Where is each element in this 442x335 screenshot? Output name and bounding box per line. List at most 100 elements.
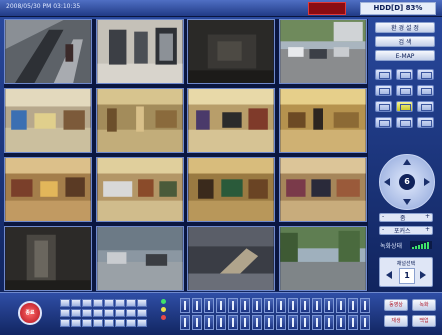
ptz-left-arrow-icon[interactable] [384, 178, 390, 186]
camera-key[interactable] [137, 299, 147, 307]
channel-next-arrow-icon[interactable] [420, 271, 426, 279]
channel-button[interactable] [360, 298, 370, 313]
channel-button[interactable] [240, 315, 250, 330]
record-button[interactable]: 녹화 [412, 299, 436, 311]
focus-plus[interactable]: + [425, 226, 430, 233]
layout-8-button[interactable] [375, 85, 392, 96]
alarm-indicator[interactable] [308, 2, 346, 15]
camera-key[interactable] [137, 319, 147, 327]
channel-button[interactable] [204, 298, 214, 313]
camera-view-11[interactable] [187, 157, 275, 222]
camera-key[interactable] [93, 299, 103, 307]
layout-10-button[interactable] [417, 85, 434, 96]
channel-button[interactable] [264, 298, 274, 313]
channel-button[interactable] [288, 315, 298, 330]
channel-button[interactable] [276, 315, 286, 330]
camera-key[interactable] [93, 309, 103, 317]
camera-key[interactable] [60, 299, 70, 307]
channel-button[interactable] [324, 298, 334, 313]
camera-key[interactable] [115, 319, 125, 327]
channel-button[interactable] [312, 315, 322, 330]
channel-number[interactable]: 1 [399, 268, 415, 284]
layout-4-button[interactable] [396, 69, 413, 80]
exit-button[interactable]: 종료 [18, 301, 42, 325]
channel-button[interactable] [252, 315, 262, 330]
ptz-joystick[interactable]: 6 [379, 154, 435, 210]
freeze-button[interactable] [396, 117, 413, 128]
channel-prev-arrow-icon[interactable] [386, 271, 392, 279]
sequence-button[interactable] [375, 117, 392, 128]
zoom-plus[interactable]: + [425, 213, 430, 220]
camera-key[interactable] [104, 309, 114, 317]
channel-button[interactable] [204, 315, 214, 330]
layout-16-button[interactable] [396, 101, 413, 112]
channel-button[interactable] [324, 315, 334, 330]
layout-1-button[interactable] [375, 69, 392, 80]
channel-button[interactable] [276, 298, 286, 313]
camera-key[interactable] [126, 299, 136, 307]
channel-button[interactable] [228, 315, 238, 330]
search-button[interactable]: 검 색 [375, 36, 435, 47]
camera-key[interactable] [71, 309, 81, 317]
camera-key[interactable] [126, 319, 136, 327]
channel-button[interactable] [192, 315, 202, 330]
channel-button[interactable] [264, 315, 274, 330]
focus-control[interactable]: - 포커스 + [379, 226, 433, 235]
camera-view-3[interactable] [187, 19, 275, 84]
channel-button[interactable] [180, 315, 190, 330]
channel-button[interactable] [348, 315, 358, 330]
channel-button[interactable] [336, 315, 346, 330]
camera-view-4[interactable] [279, 19, 367, 84]
setup-button[interactable]: 환 경 설 정 [375, 22, 435, 33]
zoom-control[interactable]: - 줌 + [379, 213, 433, 222]
camera-key[interactable] [104, 299, 114, 307]
camera-key[interactable] [71, 299, 81, 307]
channel-button[interactable] [228, 298, 238, 313]
channel-button[interactable] [216, 315, 226, 330]
channel-button[interactable] [180, 298, 190, 313]
camera-view-14[interactable] [96, 226, 184, 291]
camera-view-15[interactable] [187, 226, 275, 291]
playback-button[interactable]: 재생 [384, 315, 408, 327]
channel-button[interactable] [300, 298, 310, 313]
camera-key[interactable] [71, 319, 81, 327]
camera-key[interactable] [82, 309, 92, 317]
camera-key[interactable] [104, 319, 114, 327]
channel-button[interactable] [300, 315, 310, 330]
camera-view-6[interactable] [96, 88, 184, 153]
backup-button[interactable]: 백업 [412, 315, 436, 327]
zoom-minus[interactable]: - [382, 213, 384, 220]
layout-full-button[interactable] [417, 101, 434, 112]
camera-key[interactable] [82, 319, 92, 327]
ptz-right-arrow-icon[interactable] [424, 178, 430, 186]
emap-button[interactable]: E-MAP [375, 50, 435, 61]
camera-view-10[interactable] [96, 157, 184, 222]
camera-view-16[interactable] [279, 226, 367, 291]
camera-view-9[interactable] [4, 157, 92, 222]
camera-key[interactable] [115, 309, 125, 317]
camera-key[interactable] [126, 309, 136, 317]
focus-minus[interactable]: - [382, 226, 384, 233]
channel-button[interactable] [216, 298, 226, 313]
layout-6-button[interactable] [417, 69, 434, 80]
camera-key[interactable] [60, 309, 70, 317]
camera-key[interactable] [137, 309, 147, 317]
ptz-preset-number[interactable]: 6 [399, 174, 415, 190]
camera-view-1[interactable] [4, 19, 92, 84]
camera-view-8[interactable] [279, 88, 367, 153]
camera-view-12[interactable] [279, 157, 367, 222]
camera-view-5[interactable] [4, 88, 92, 153]
layout-13-button[interactable] [375, 101, 392, 112]
camera-key[interactable] [115, 299, 125, 307]
ptz-up-arrow-icon[interactable] [403, 159, 411, 165]
channel-button[interactable] [240, 298, 250, 313]
layout-9-button[interactable] [396, 85, 413, 96]
camera-key[interactable] [60, 319, 70, 327]
audio-button[interactable] [417, 117, 434, 128]
camera-view-2[interactable] [96, 19, 184, 84]
channel-button[interactable] [312, 298, 322, 313]
channel-button[interactable] [348, 298, 358, 313]
channel-button[interactable] [288, 298, 298, 313]
channel-button[interactable] [192, 298, 202, 313]
camera-key[interactable] [82, 299, 92, 307]
